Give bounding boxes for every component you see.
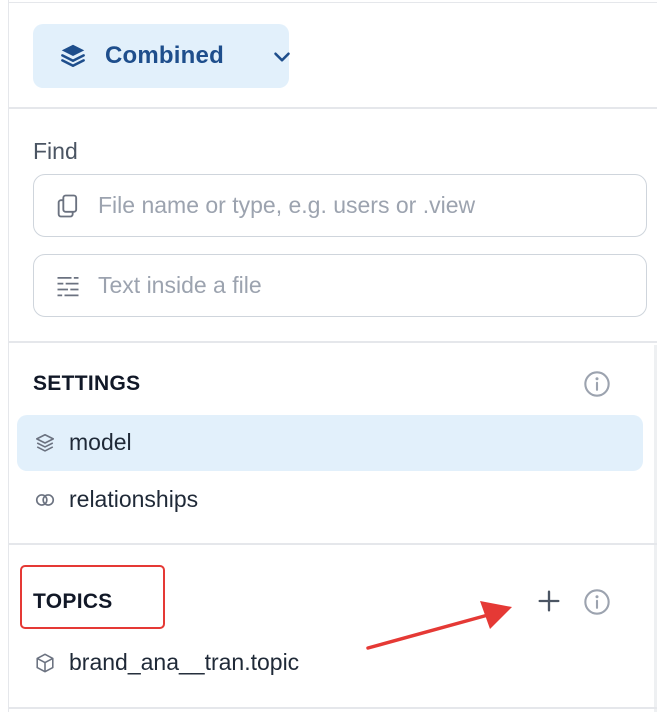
text-lines-icon xyxy=(57,276,79,297)
settings-item-label: model xyxy=(69,429,132,455)
file-search-field[interactable] xyxy=(33,174,647,237)
settings-section-title: SETTINGS xyxy=(33,372,141,395)
divider xyxy=(8,341,657,343)
topic-item[interactable]: brand_ana__tran.topic xyxy=(17,635,643,691)
settings-item-label: relationships xyxy=(69,486,199,512)
find-label: Find xyxy=(33,138,78,164)
text-search-input[interactable] xyxy=(98,265,628,305)
divider xyxy=(8,543,657,545)
file-search-input[interactable] xyxy=(98,185,628,225)
text-search-field[interactable] xyxy=(33,254,647,317)
file-copy-icon xyxy=(57,194,78,218)
add-topic-icon[interactable] xyxy=(535,587,563,615)
divider xyxy=(8,707,657,709)
settings-item-relationships[interactable]: relationships xyxy=(17,472,643,528)
layers-icon xyxy=(61,44,85,67)
divider xyxy=(8,107,657,109)
settings-item-model[interactable]: model xyxy=(17,415,643,471)
info-icon[interactable] xyxy=(583,588,611,616)
cube-icon xyxy=(36,653,54,673)
annotation-arrow-icon xyxy=(366,601,512,650)
link-rings-icon xyxy=(35,494,55,506)
info-icon[interactable] xyxy=(583,370,611,398)
annotation-highlight-box xyxy=(20,565,165,629)
layers-icon xyxy=(35,433,55,452)
chevron-down-icon xyxy=(274,52,290,62)
topic-item-label: brand_ana__tran.topic xyxy=(69,649,300,675)
mode-selector-label: Combined xyxy=(105,42,224,69)
mode-selector-button[interactable]: Combined xyxy=(33,24,290,88)
